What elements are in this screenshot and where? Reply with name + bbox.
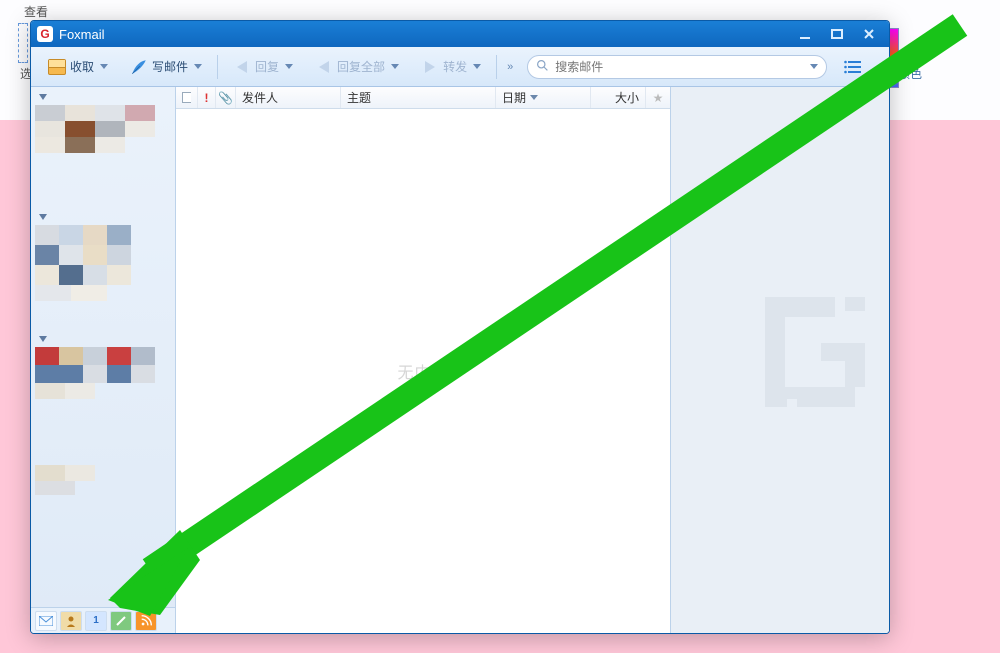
account-blurred-content: [35, 347, 155, 407]
compose-button[interactable]: 写邮件: [121, 53, 211, 81]
calendar-tab-icon[interactable]: 1: [85, 611, 107, 631]
dropdown-caret-icon: [100, 64, 108, 69]
titlebar[interactable]: G Foxmail: [31, 21, 889, 47]
app-logo-icon: G: [37, 26, 53, 42]
column-header-row: ! 📎 发件人 主题 日期 大小 ★: [176, 87, 670, 109]
sidebar: 1: [31, 87, 176, 633]
account-blurred-content: [35, 225, 155, 305]
toolbar-separator: [496, 55, 497, 79]
dropdown-caret-icon: [473, 64, 481, 69]
message-list-empty: 无内容: [176, 109, 670, 633]
collapse-caret-icon: [39, 214, 47, 220]
column-date[interactable]: 日期: [496, 87, 591, 108]
envelope-icon: [48, 58, 66, 76]
preview-pane: [671, 87, 889, 633]
account-item[interactable]: [35, 333, 171, 407]
account-item[interactable]: [35, 211, 171, 305]
bg-label-color: 颜色: [898, 65, 922, 82]
bg-menu-view: 查看: [24, 3, 48, 20]
minimize-button[interactable]: [791, 25, 819, 43]
message-list-pane: ! 📎 发件人 主题 日期 大小 ★ 无内容: [176, 87, 671, 633]
dropdown-caret-icon: [285, 64, 293, 69]
dropdown-caret-icon: [194, 64, 202, 69]
column-attachment[interactable]: 📎: [216, 87, 236, 108]
reply-label: 回复: [255, 58, 279, 75]
toolbar: 收取 写邮件 回复 回复全部 转发 »: [31, 47, 889, 87]
collapse-caret-icon: [39, 336, 47, 342]
column-sender[interactable]: 发件人: [236, 87, 341, 108]
sort-caret-icon: [530, 95, 538, 100]
column-subject[interactable]: 主题: [341, 87, 496, 108]
account-blurred-content: [35, 105, 155, 163]
empty-text: 无内容: [397, 359, 448, 383]
receive-button[interactable]: 收取: [39, 53, 117, 81]
column-size[interactable]: 大小: [591, 87, 646, 108]
reply-arrow-icon: [233, 58, 251, 76]
dropdown-caret-icon: [391, 64, 399, 69]
bg-dashed-box: [18, 23, 28, 63]
reply-button[interactable]: 回复: [224, 53, 302, 81]
reply-all-arrow-icon: [315, 58, 333, 76]
reply-all-button[interactable]: 回复全部: [306, 53, 408, 81]
forward-arrow-icon: [421, 58, 439, 76]
column-checkbox[interactable]: [176, 87, 198, 108]
search-input[interactable]: [555, 60, 804, 74]
search-icon: [536, 59, 549, 75]
search-box[interactable]: [527, 55, 827, 79]
column-date-label: 日期: [502, 89, 526, 106]
forward-label: 转发: [443, 58, 467, 75]
search-scope-caret-icon[interactable]: [810, 64, 818, 69]
rss-tab-icon[interactable]: [135, 611, 157, 631]
forward-button[interactable]: 转发: [412, 53, 490, 81]
toolbar-separator: [217, 55, 218, 79]
column-star[interactable]: ★: [646, 87, 670, 108]
close-button[interactable]: [855, 25, 883, 43]
toolbar-overflow-button[interactable]: »: [503, 61, 517, 73]
account-item[interactable]: [35, 465, 171, 499]
reply-all-label: 回复全部: [337, 58, 385, 75]
window-title: Foxmail: [59, 27, 791, 42]
watermark-logo-icon: [765, 297, 865, 407]
mail-tab-icon[interactable]: [35, 611, 57, 631]
receive-label: 收取: [70, 58, 94, 75]
view-toggle-button[interactable]: [839, 56, 867, 78]
paperclip-icon: 📎: [218, 91, 233, 105]
foxmail-window: G Foxmail 收取 写邮件: [30, 20, 890, 634]
maximize-button[interactable]: [823, 25, 851, 43]
star-icon: ★: [653, 91, 664, 105]
account-item[interactable]: [35, 91, 171, 163]
column-priority[interactable]: !: [198, 87, 216, 108]
contacts-tab-icon[interactable]: [60, 611, 82, 631]
sidebar-bottom-tabs: 1: [31, 607, 175, 633]
notes-tab-icon[interactable]: [110, 611, 132, 631]
feather-icon: [130, 58, 148, 76]
account-blurred-content: [35, 465, 155, 499]
compose-label: 写邮件: [152, 58, 188, 75]
collapse-caret-icon: [39, 94, 47, 100]
